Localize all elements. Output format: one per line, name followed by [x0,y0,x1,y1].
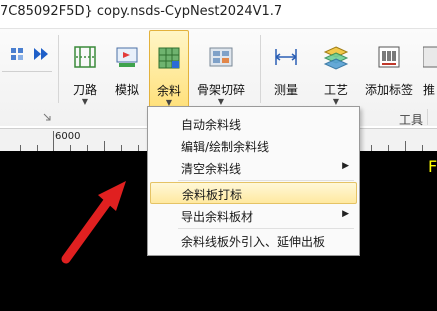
remnant-icon [158,47,180,69]
simulate-icon [116,47,138,67]
toolpath-button[interactable]: 刀路 ▼ [66,30,104,110]
menu-item-clear-remnant-line[interactable]: 清空余料线 ▶ [150,157,357,179]
ribbon-divider [2,71,52,72]
process-label: 工艺 [323,83,348,97]
ruler-label: 6000 [55,131,81,142]
chevron-down-icon: ▼ [81,97,89,106]
ribbon-separator [427,109,428,125]
toolpath-label: 刀路 [72,83,97,97]
menu-item-label: 编辑/绘制余料线 [181,140,270,154]
window-title: 7C85092F5D} copy.nsds-CypNest2024V1.7 [0,4,283,19]
remnant-dropdown-menu: 自动余料线 编辑/绘制余料线 清空余料线 ▶ 余料板打标 导出余料板材 ▶ 余料… [147,106,360,256]
simulate-label: 模拟 [114,83,139,97]
chevron-down-icon: ▼ [332,97,340,106]
menu-item-export-remnant-sheet[interactable]: 导出余料板材 ▶ [150,205,357,227]
menu-separator [178,228,354,229]
chevron-down-icon: ▼ [217,97,225,106]
measure-label: 测量 [273,83,298,97]
ruler-tick [405,141,406,151]
add-label-icon [378,46,400,68]
ribbon-separator [58,35,59,103]
fast-forward-icon[interactable] [34,48,48,60]
process-button[interactable]: 工艺 ▼ [316,30,356,110]
measure-button[interactable]: 测量 [266,30,306,110]
skeleton-cut-button[interactable]: 骨架切碎 ▼ [192,30,250,110]
menu-item-label: 自动余料线 [181,118,242,132]
simulate-button[interactable]: 模拟 [108,30,146,110]
ruler-tick [53,131,54,151]
push-button[interactable]: 推 [421,30,437,110]
menu-item-remnant-marking[interactable]: 余料板打标 [150,182,357,204]
menu-item-auto-remnant-line[interactable]: 自动余料线 [150,113,357,135]
small-tool-icon[interactable] [10,47,24,61]
measure-icon [275,49,297,65]
remnant-button[interactable]: 余料 ▼ [149,30,189,110]
push-icon [423,46,437,68]
menu-item-edit-remnant-line[interactable]: 编辑/绘制余料线 [150,135,357,157]
menu-item-label: 导出余料板材 [181,210,254,224]
submenu-arrow-icon: ▶ [342,161,349,171]
canvas-text: F [428,157,437,176]
menu-item-remnant-line-extend[interactable]: 余料线板外引入、延伸出板 [150,230,357,252]
add-label-button[interactable]: 添加标签 [361,30,417,110]
menu-separator [178,180,354,181]
menu-item-label: 余料线板外引入、延伸出板 [181,235,326,249]
submenu-arrow-icon: ▶ [342,209,349,219]
process-icon [323,46,349,70]
ribbon-separator [260,35,261,103]
title-bar: 7C85092F5D} copy.nsds-CypNest2024V1.7 [0,0,437,29]
remnant-label: 余料 [156,84,181,98]
ruler-tick [104,141,105,151]
push-label: 推 [423,83,436,97]
tools-group-label: 工具 [399,113,424,127]
menu-item-label: 余料板打标 [182,188,243,202]
add-label-label: 添加标签 [364,83,413,97]
skeleton-cut-label: 骨架切碎 [196,83,245,97]
dialog-launcher-icon[interactable] [43,113,51,121]
skeleton-cut-icon [209,47,233,67]
toolpath-icon [74,46,96,68]
menu-item-label: 清空余料线 [181,162,242,176]
annotation-arrow-icon [61,181,126,264]
